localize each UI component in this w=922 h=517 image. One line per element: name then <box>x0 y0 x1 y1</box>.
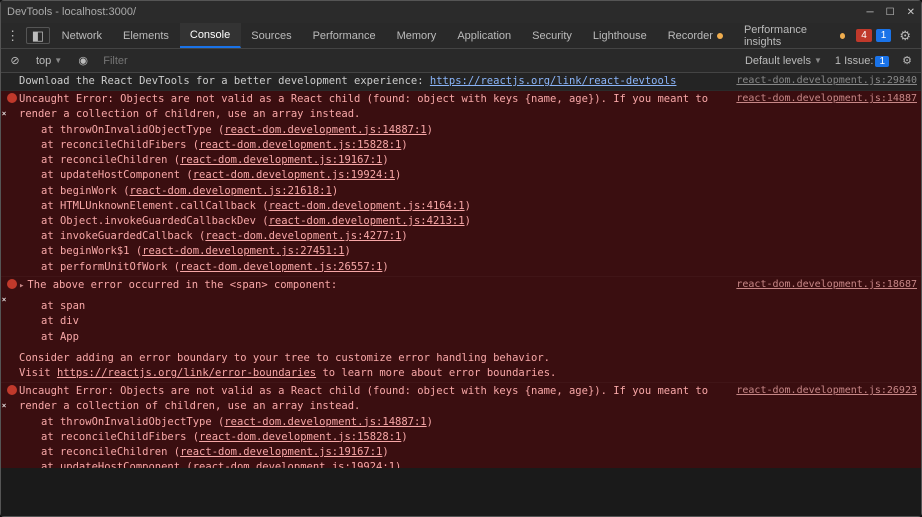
devtools-menu-icon[interactable]: ⋮ <box>1 23 24 48</box>
stack-link[interactable]: react-dom.development.js:21618:1 <box>130 185 332 197</box>
stack-link[interactable]: react-dom.development.js:19924:1 <box>193 461 395 468</box>
tab-lighthouse[interactable]: Lighthouse <box>583 23 658 48</box>
stack-link[interactable]: react-dom.development.js:19167:1 <box>180 154 382 166</box>
error-count-badge[interactable]: 4 <box>856 29 872 42</box>
tab-sources[interactable]: Sources <box>241 23 302 48</box>
beta-dot-icon <box>717 33 723 39</box>
issues-summary[interactable]: 1 Issue:1 <box>835 55 889 67</box>
error-message: Uncaught Error: Objects are not valid as… <box>19 384 728 414</box>
log-levels-dropdown[interactable]: Default levels▼ <box>740 53 827 69</box>
stack-link[interactable]: react-dom.development.js:4164:1 <box>269 200 465 212</box>
tab-elements[interactable]: Elements <box>113 23 180 48</box>
clear-console-icon[interactable]: ⊘ <box>5 52 25 70</box>
tab-network[interactable]: Network <box>52 23 113 48</box>
filter-input[interactable] <box>99 53 734 69</box>
stack-trace: at span at div at App <box>19 293 728 345</box>
log-link[interactable]: https://reactjs.org/link/error-boundarie… <box>57 367 316 379</box>
stack-link[interactable]: react-dom.development.js:15828:1 <box>199 139 401 151</box>
minimize-button[interactable]: ─ <box>867 7 874 18</box>
console-settings-icon[interactable]: ⚙ <box>897 52 917 70</box>
log-link[interactable]: https://reactjs.org/link/react-devtools <box>430 75 677 87</box>
tab-application[interactable]: Application <box>447 23 522 48</box>
source-link[interactable]: react-dom.development.js:29840 <box>728 74 917 89</box>
stack-trace: at throwOnInvalidObjectType (react-dom.d… <box>19 123 728 275</box>
log-text: to learn more about error boundaries. <box>322 367 556 379</box>
stack-trace: at throwOnInvalidObjectType (react-dom.d… <box>19 415 728 468</box>
panel-tabs: ⋮ ◧ Network Elements Console Sources Per… <box>1 23 921 49</box>
stack-link[interactable]: react-dom.development.js:15828:1 <box>199 431 401 443</box>
stack-link[interactable]: react-dom.development.js:19167:1 <box>180 446 382 458</box>
stack-link[interactable]: react-dom.development.js:4213:1 <box>269 215 465 227</box>
tab-memory[interactable]: Memory <box>387 23 448 48</box>
source-link[interactable]: react-dom.development.js:18687 <box>728 278 917 381</box>
log-info-row: Download the React DevTools for a better… <box>1 73 921 91</box>
settings-icon[interactable]: ⚙ <box>895 28 915 44</box>
error-message: Uncaught Error: Objects are not valid as… <box>19 92 728 122</box>
error-message: The above error occurred in the <span> c… <box>27 279 337 291</box>
issue-count-badge[interactable]: 1 <box>876 29 892 42</box>
stack-link[interactable]: react-dom.development.js:27451:1 <box>142 245 344 257</box>
beta-dot-icon <box>840 33 845 39</box>
maximize-button[interactable]: ☐ <box>886 7 895 18</box>
source-link[interactable]: react-dom.development.js:26923 <box>728 384 917 468</box>
window-title: DevTools - localhost:3000/ <box>7 6 867 18</box>
log-error-row: Uncaught Error: Objects are not valid as… <box>1 91 921 277</box>
stack-link[interactable]: react-dom.development.js:14887:1 <box>224 124 426 136</box>
log-text: Consider adding an error boundary to you… <box>19 352 550 364</box>
stack-link[interactable]: react-dom.development.js:19924:1 <box>193 169 395 181</box>
error-icon <box>7 279 17 306</box>
console-output[interactable]: Download the React DevTools for a better… <box>1 73 921 468</box>
context-dropdown[interactable]: top▼ <box>31 53 67 69</box>
stack-link[interactable]: react-dom.development.js:26557:1 <box>180 261 382 273</box>
log-error-row: The above error occurred in the <span> c… <box>1 277 921 383</box>
error-icon <box>7 385 17 412</box>
tab-recorder[interactable]: Recorder <box>658 23 734 48</box>
tab-performance[interactable]: Performance <box>303 23 387 48</box>
close-button[interactable]: ✕ <box>907 7 915 18</box>
error-icon <box>7 93 17 120</box>
tab-performance-insights[interactable]: Performance insights <box>734 23 856 48</box>
log-text: Visit <box>19 367 57 379</box>
stack-link[interactable]: react-dom.development.js:4277:1 <box>205 230 401 242</box>
console-toolbar: ⊘ top▼ ◉ Default levels▼ 1 Issue:1 ⚙ <box>1 49 921 73</box>
tab-security[interactable]: Security <box>522 23 583 48</box>
source-link[interactable]: react-dom.development.js:14887 <box>728 92 917 275</box>
tab-console[interactable]: Console <box>180 23 241 48</box>
filter-eye-icon[interactable]: ◉ <box>73 52 93 70</box>
element-picker-icon[interactable]: ◧ <box>26 27 49 44</box>
log-text: Download the React DevTools for a better… <box>19 75 430 87</box>
stack-link[interactable]: react-dom.development.js:14887:1 <box>224 416 426 428</box>
log-error-row: Uncaught Error: Objects are not valid as… <box>1 383 921 468</box>
